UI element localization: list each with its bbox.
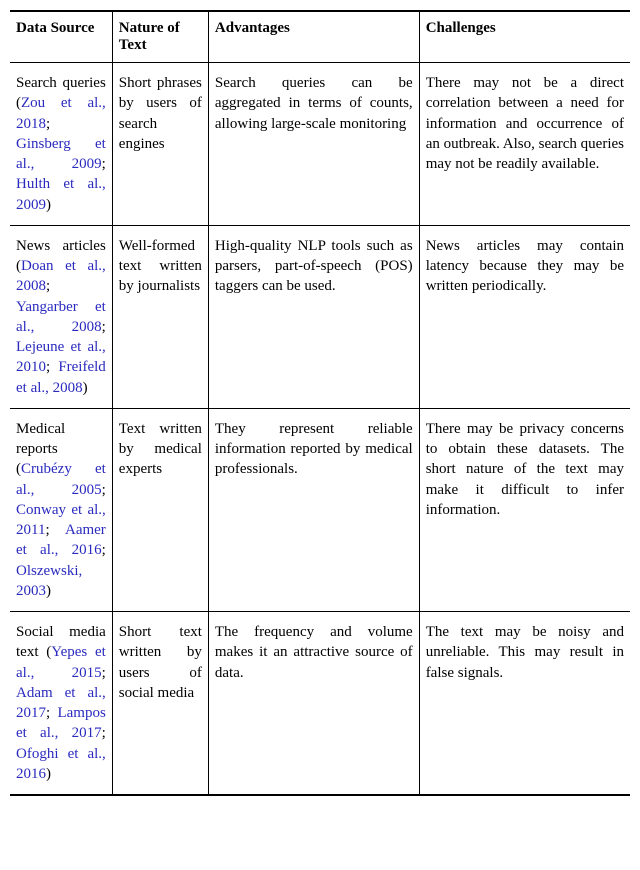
cell-nature: Well-formed text written by journalists: [112, 225, 208, 408]
citation-separator: ): [46, 197, 51, 213]
col-header-challenges: Challenges: [419, 11, 630, 63]
cell-advantages: The frequency and volume makes it an att…: [208, 612, 419, 796]
cell-challenges: News articles may contain latency becaus…: [419, 225, 630, 408]
citation-separator: ;: [102, 725, 106, 741]
cell-nature: Short phrases by users of search engines: [112, 63, 208, 226]
cell-nature: Short text written by users of social me…: [112, 612, 208, 796]
col-header-nature: Nature of Text: [112, 11, 208, 63]
header-row: Data Source Nature of Text Advantages Ch…: [10, 11, 630, 63]
data-table: Data Source Nature of Text Advantages Ch…: [10, 10, 630, 796]
citation-separator: ;: [102, 542, 106, 558]
cell-data-source: News articles (Doan et al., 2008; Yangar…: [10, 225, 112, 408]
citation-separator: ;: [102, 156, 106, 172]
citation-link[interactable]: Hulth et al., 2009: [16, 176, 106, 212]
citation-link[interactable]: Crubézy et al., 2005: [16, 461, 106, 497]
table-row: Search queries (Zou et al., 2018; Ginsbe…: [10, 63, 630, 226]
table-row: News articles (Doan et al., 2008; Yangar…: [10, 225, 630, 408]
citation-separator: ;: [46, 116, 50, 132]
cell-challenges: There may not be a direct correlation be…: [419, 63, 630, 226]
citation-separator: ;: [45, 522, 65, 538]
col-header-data-source: Data Source: [10, 11, 112, 63]
table-row: Medical reports (Crubézy et al., 2005; C…: [10, 408, 630, 611]
citation-link[interactable]: Zou et al., 2018: [16, 95, 106, 131]
citation-link[interactable]: Doan et al., 2008: [16, 258, 106, 294]
citation-separator: ): [46, 583, 51, 599]
cell-advantages: Search queries can be aggregated in term…: [208, 63, 419, 226]
col-header-advantages: Advantages: [208, 11, 419, 63]
citation-separator: ;: [46, 278, 50, 294]
cell-challenges: There may be privacy concerns to obtain …: [419, 408, 630, 611]
cell-challenges: The text may be noisy and unreliable. Th…: [419, 612, 630, 796]
citation-separator: ;: [46, 359, 58, 375]
cell-data-source: Search queries (Zou et al., 2018; Ginsbe…: [10, 63, 112, 226]
citation-link[interactable]: Yangarber et al., 2008: [16, 299, 106, 335]
citation-separator: ;: [46, 705, 57, 721]
citation-separator: ;: [102, 482, 106, 498]
citation-separator: ;: [102, 319, 106, 335]
table-body: Search queries (Zou et al., 2018; Ginsbe…: [10, 63, 630, 796]
cell-advantages: High-quality NLP tools such as parsers, …: [208, 225, 419, 408]
citation-separator: ;: [102, 665, 106, 681]
cell-advantages: They represent reliable information repo…: [208, 408, 419, 611]
cell-data-source: Medical reports (Crubézy et al., 2005; C…: [10, 408, 112, 611]
citation-separator: ): [83, 380, 88, 396]
citation-link[interactable]: Ginsberg et al., 2009: [16, 136, 106, 172]
citation-link[interactable]: Ofoghi et al., 2016: [16, 746, 106, 782]
table-row: Social media text (Yepes et al., 2015; A…: [10, 612, 630, 796]
cell-nature: Text written by medical experts: [112, 408, 208, 611]
cell-data-source: Social media text (Yepes et al., 2015; A…: [10, 612, 112, 796]
citation-separator: ): [46, 766, 51, 782]
